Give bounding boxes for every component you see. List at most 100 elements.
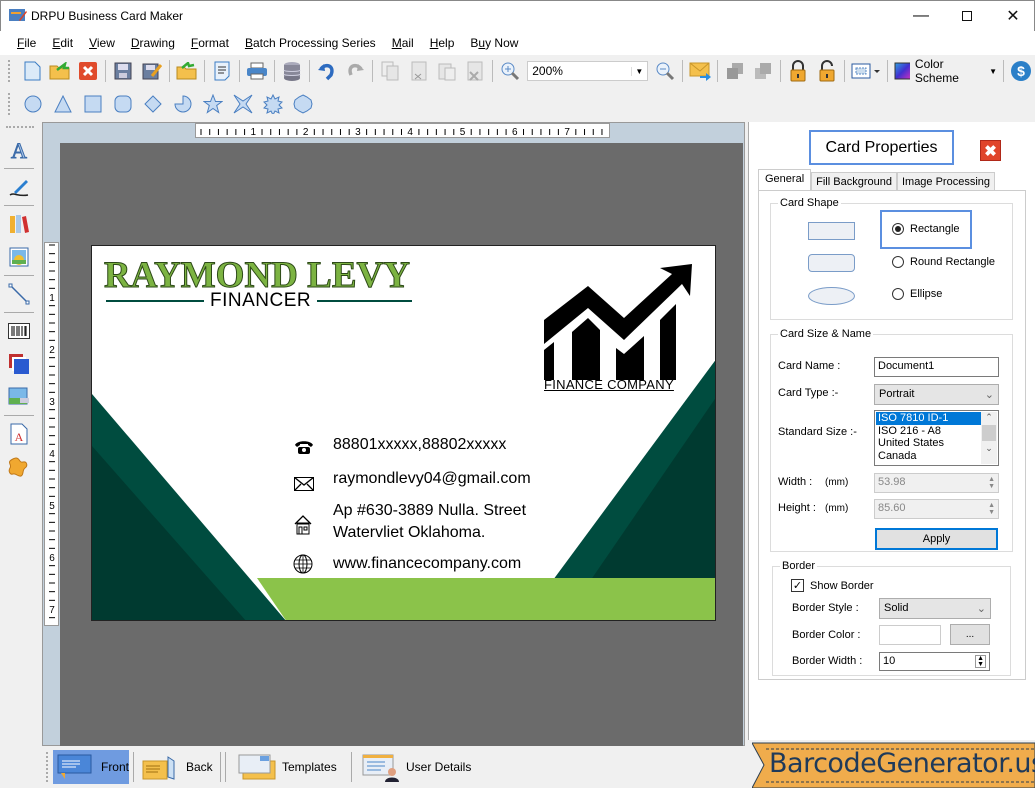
list-item[interactable]: ISO 216 - A8 (876, 425, 982, 438)
watermark-tool[interactable]: A (4, 419, 34, 449)
toolbox-grip[interactable] (6, 126, 34, 132)
cut-button[interactable] (408, 59, 430, 83)
align-button[interactable] (851, 59, 881, 83)
triangle-shape-button[interactable] (51, 92, 75, 116)
zoom-combo[interactable]: 200% ▼ (527, 61, 648, 81)
tab-image-processing[interactable]: Image Processing (896, 172, 996, 191)
close-document-button[interactable] (77, 59, 99, 83)
mail-button[interactable] (689, 59, 712, 83)
card-type-select[interactable]: Portrait ⌄ (874, 384, 999, 405)
export-button[interactable] (176, 59, 198, 83)
spinner-arrows-icon[interactable]: ▲ ▼ (975, 655, 986, 668)
maximize-button[interactable] (944, 1, 990, 31)
unlock-button[interactable] (816, 59, 838, 83)
address-line1[interactable]: Ap #630-3889 Nulla. Street (333, 502, 526, 520)
new-button[interactable] (21, 59, 43, 83)
email-text[interactable]: raymondlevy04@gmail.com (333, 470, 531, 488)
business-card-front[interactable]: RAYMOND LEVY FINANCER FINANCE COMPANY 88… (91, 245, 716, 621)
scroll-down-icon[interactable]: ⌄ (981, 443, 997, 454)
tab-templates[interactable]: Templates (238, 750, 348, 784)
border-color-picker-button[interactable]: ... (950, 624, 990, 645)
tab-front[interactable]: Front (53, 750, 129, 784)
four-point-star-shape-button[interactable] (231, 92, 255, 116)
copy-button[interactable] (379, 59, 401, 83)
pie-shape-button[interactable] (171, 92, 195, 116)
print-button[interactable] (246, 59, 268, 83)
tab-user-details[interactable]: User Details (362, 750, 482, 784)
zoom-in-button[interactable] (499, 59, 521, 83)
signature-tool[interactable] (4, 172, 34, 202)
brand-text[interactable]: BarcodeGenerator.us (769, 748, 1035, 779)
website-text[interactable]: www.financecompany.com (333, 555, 521, 573)
menu-batch-processing[interactable]: Batch Processing Series (237, 36, 384, 50)
database-button[interactable] (281, 59, 303, 83)
spinner-arrows-icon[interactable]: ▲ ▼ (988, 502, 995, 516)
close-panel-button[interactable]: ✖ (980, 140, 1001, 161)
lock-button[interactable] (787, 59, 809, 83)
toolbar-grip[interactable] (8, 93, 12, 115)
circle-shape-button[interactable] (21, 92, 45, 116)
line-tool[interactable] (4, 279, 34, 309)
bottom-bar-grip[interactable] (46, 752, 49, 782)
square-shape-button[interactable] (81, 92, 105, 116)
list-scrollbar[interactable]: ⌃ ⌄ (981, 412, 997, 464)
zoom-out-button[interactable] (654, 59, 676, 83)
card-title[interactable]: FINANCER (204, 290, 318, 312)
minimize-button[interactable]: — (898, 1, 944, 31)
tab-back[interactable]: Back (142, 750, 218, 784)
show-border-checkbox[interactable]: ✓ Show Border (791, 579, 874, 592)
menu-file[interactable]: File (9, 36, 44, 50)
paste-button[interactable] (436, 59, 458, 83)
finance-logo[interactable] (544, 262, 692, 382)
shape-tool[interactable] (4, 452, 34, 482)
bring-front-button[interactable] (724, 59, 746, 83)
phone-text[interactable]: 88801xxxxx,88802xxxxx (333, 436, 506, 454)
standard-size-list[interactable]: ISO 7810 ID-1 ISO 216 - A8 United States… (874, 410, 999, 466)
menu-format[interactable]: Format (183, 36, 237, 50)
scroll-up-icon[interactable]: ⌃ (981, 412, 997, 423)
barcode-tool[interactable] (4, 316, 34, 346)
star-shape-button[interactable] (201, 92, 225, 116)
library-tool[interactable] (4, 209, 34, 239)
save-as-button[interactable] (141, 59, 163, 83)
menu-mail[interactable]: Mail (384, 36, 422, 50)
color-scheme-button[interactable]: Color Scheme ▼ (894, 57, 997, 85)
company-name[interactable]: FINANCE COMPANY (544, 377, 674, 392)
delete-button[interactable] (464, 59, 486, 83)
radio-rectangle[interactable]: Rectangle (892, 223, 960, 235)
border-color-swatch[interactable] (879, 625, 941, 645)
diamond-shape-button[interactable] (141, 92, 165, 116)
menu-view[interactable]: View (81, 36, 123, 50)
width-spinner[interactable]: 53.98 ▲ ▼ (874, 473, 999, 493)
menu-drawing[interactable]: Drawing (123, 36, 183, 50)
address-line2[interactable]: Watervliet Oklahoma. (333, 524, 485, 542)
save-button[interactable] (112, 59, 134, 83)
border-width-spinner[interactable]: 10 ▲ ▼ (879, 652, 990, 671)
apply-button[interactable]: Apply (875, 528, 998, 550)
list-item-selected[interactable]: ISO 7810 ID-1 (876, 412, 982, 425)
menu-edit[interactable]: Edit (44, 36, 81, 50)
send-back-button[interactable] (752, 59, 774, 83)
menu-buy-now[interactable]: Buy Now (462, 36, 526, 50)
picture-tool[interactable] (4, 382, 34, 412)
open-button[interactable] (49, 59, 71, 83)
rounded-square-shape-button[interactable] (111, 92, 135, 116)
height-spinner[interactable]: 85.60 ▲ ▼ (874, 499, 999, 519)
list-item[interactable]: Canada (876, 450, 982, 463)
image-tool[interactable] (4, 242, 34, 272)
card-name-input[interactable]: Document1 (874, 357, 999, 377)
menu-help[interactable]: Help (422, 36, 463, 50)
list-item[interactable]: United States (876, 437, 982, 450)
tab-fill-background[interactable]: Fill Background (811, 172, 897, 191)
text-tool[interactable]: A (4, 135, 34, 165)
close-window-button[interactable]: ✕ (990, 1, 1035, 31)
radio-round-rectangle[interactable]: Round Rectangle (892, 256, 995, 268)
undo-button[interactable] (316, 59, 338, 83)
properties-button[interactable] (211, 59, 233, 83)
redo-button[interactable] (344, 59, 366, 83)
radio-ellipse[interactable]: Ellipse (892, 288, 942, 300)
polygon-shape-button[interactable] (291, 92, 315, 116)
burst-shape-button[interactable] (261, 92, 285, 116)
buy-button[interactable]: $ (1010, 59, 1032, 83)
background-tool[interactable] (4, 349, 34, 379)
